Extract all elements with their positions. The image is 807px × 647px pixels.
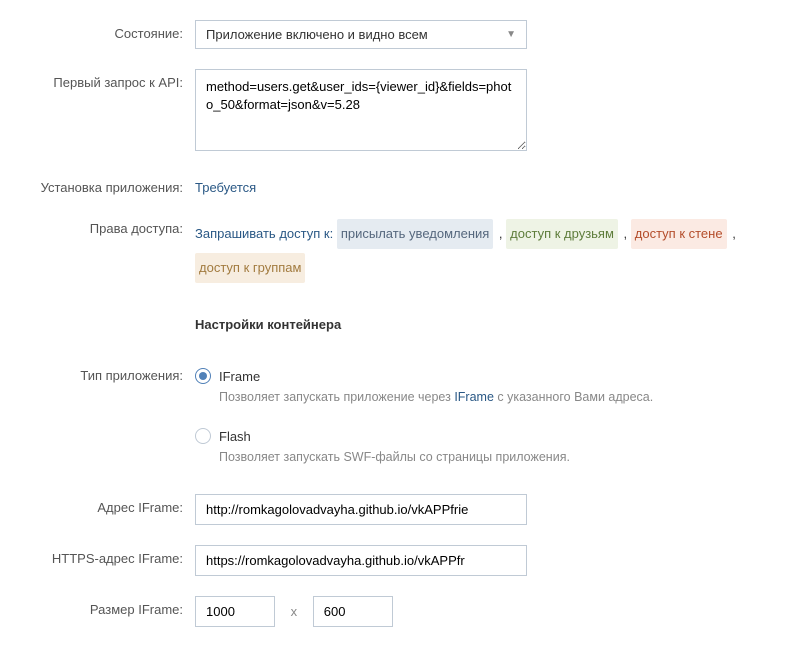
iframe-size-label: Размер IFrame:	[0, 596, 195, 617]
radio-iframe[interactable]	[195, 368, 211, 384]
state-select-value: Приложение включено и видно всем	[206, 27, 428, 42]
row-iframe-size: Размер IFrame: x	[0, 596, 807, 627]
settings-form: Состояние: Приложение включено и видно в…	[0, 20, 807, 627]
permissions-prefix-link[interactable]: Запрашивать доступ к:	[195, 226, 333, 241]
iframe-hint-link[interactable]: IFrame	[454, 390, 494, 404]
row-install: Установка приложения: Требуется	[0, 174, 807, 195]
row-state: Состояние: Приложение включено и видно в…	[0, 20, 807, 49]
iframe-https-label: HTTPS-адрес IFrame:	[0, 545, 195, 566]
iframe-height-input[interactable]	[313, 596, 393, 627]
radio-dot-icon	[199, 372, 207, 380]
iframe-width-input[interactable]	[195, 596, 275, 627]
row-iframe-addr: Адрес IFrame:	[0, 494, 807, 525]
app-type-label: Тип приложения:	[0, 368, 195, 383]
row-first-api: Первый запрос к API: method=users.get&us…	[0, 69, 807, 154]
iframe-addr-input[interactable]	[195, 494, 527, 525]
permission-notifications[interactable]: присылать уведомления	[337, 219, 494, 249]
radio-option-iframe: IFrame Позволяет запускать приложение че…	[195, 368, 787, 404]
row-container-header: Настройки контейнера	[0, 307, 807, 348]
state-select[interactable]: Приложение включено и видно всем ▼	[195, 20, 527, 49]
row-iframe-https: HTTPS-адрес IFrame:	[0, 545, 807, 576]
container-header: Настройки контейнера	[195, 317, 787, 332]
row-permissions: Права доступа: Запрашивать доступ к: при…	[0, 215, 807, 287]
radio-iframe-label: IFrame	[219, 369, 260, 384]
permission-friends[interactable]: доступ к друзьям	[506, 219, 618, 249]
iframe-hint: Позволяет запускать приложение через IFr…	[219, 390, 787, 404]
chevron-down-icon: ▼	[506, 29, 516, 40]
radio-flash[interactable]	[195, 428, 211, 444]
permission-groups[interactable]: доступ к группам	[195, 253, 305, 283]
install-label: Установка приложения:	[0, 174, 195, 195]
size-separator: x	[291, 604, 298, 619]
first-api-label: Первый запрос к API:	[0, 69, 195, 90]
install-value-link[interactable]: Требуется	[195, 180, 256, 195]
flash-hint: Позволяет запускать SWF-файлы со страниц…	[219, 450, 787, 464]
radio-flash-label: Flash	[219, 429, 251, 444]
iframe-https-input[interactable]	[195, 545, 527, 576]
iframe-hint-prefix: Позволяет запускать приложение через	[219, 390, 454, 404]
iframe-hint-suffix: с указанного Вами адреса.	[494, 390, 653, 404]
first-api-textarea[interactable]: method=users.get&user_ids={viewer_id}&fi…	[195, 69, 527, 151]
state-label: Состояние:	[0, 20, 195, 41]
permissions-label: Права доступа:	[0, 215, 195, 236]
radio-option-flash: Flash Позволяет запускать SWF-файлы со с…	[195, 428, 787, 464]
iframe-addr-label: Адрес IFrame:	[0, 494, 195, 515]
permission-wall[interactable]: доступ к стене	[631, 219, 727, 249]
row-app-type: Тип приложения: IFrame Позволяет запуска…	[0, 368, 807, 474]
